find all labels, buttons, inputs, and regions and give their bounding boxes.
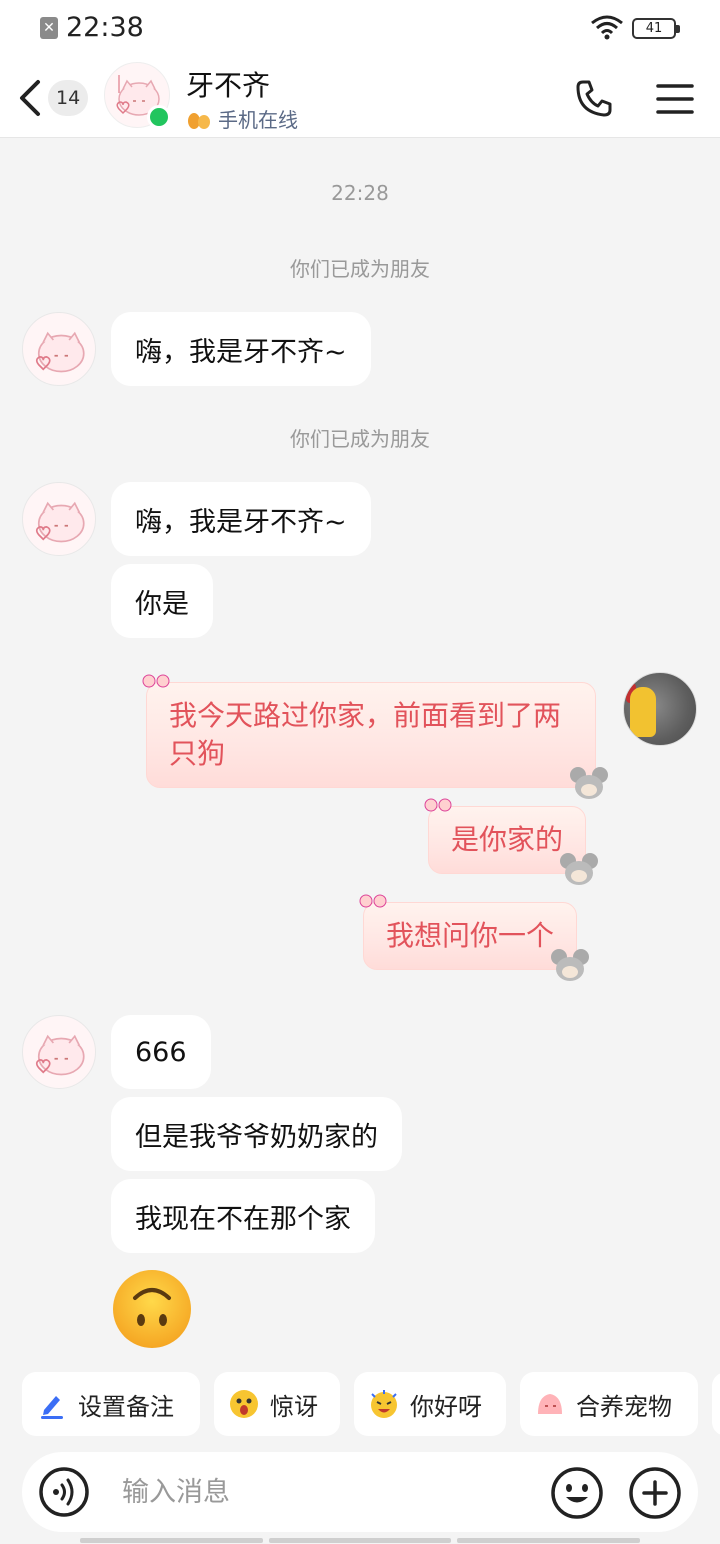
message-list[interactable]: 22:28 你们已成为朋友 嗨，我是牙不齐~ 你们已成为朋友 嗨，我是牙不齐~ (0, 139, 720, 1364)
chip-label: 你好呀 (410, 1392, 482, 1421)
pet-icon (538, 1394, 562, 1414)
sent-message[interactable]: 我今天路过你家，前面看到了两只狗 (142, 674, 608, 799)
chip-label: 设置备注 (78, 1392, 174, 1421)
received-message[interactable]: 666 (111, 1015, 211, 1089)
wifi-icon (591, 15, 623, 40)
chip-label: 合养宠物 (576, 1392, 672, 1421)
sent-message-text: 我想问你一个 (386, 919, 555, 952)
battery-icon: 41 (632, 18, 680, 39)
received-message[interactable]: 但是我爷爷奶奶家的 (111, 1097, 402, 1171)
sent-message[interactable]: 我想问你一个 (359, 894, 590, 981)
mouse-decoration (570, 767, 608, 799)
pig-ears-decoration (359, 894, 387, 908)
system-message: 你们已成为朋友 (290, 257, 430, 281)
voice-input-icon[interactable] (38, 1466, 90, 1518)
my-avatar[interactable] (623, 672, 697, 746)
message-input[interactable] (122, 1468, 522, 1516)
system-message: 你们已成为朋友 (290, 427, 430, 451)
plus-icon[interactable] (628, 1466, 682, 1520)
mouse-decoration (551, 949, 590, 981)
status-bar: ✕ 22:38 41 (0, 0, 720, 58)
mouse-decoration (560, 853, 599, 885)
home-indicator (80, 1538, 641, 1543)
message-input-bar (22, 1452, 698, 1532)
contact-message-avatar[interactable] (22, 1015, 96, 1089)
received-message[interactable]: 嗨，我是牙不齐~ (111, 482, 371, 556)
cat-avatar-icon (35, 1034, 85, 1076)
chat-screen: ✕ 22:38 41 14 牙不齐 手机在线 22:28 你们已成为朋友 嗨，我… (0, 0, 720, 1544)
status-time: 22:38 (66, 12, 144, 43)
flame-status-icon (188, 112, 210, 129)
pencil-icon (41, 1396, 63, 1419)
pig-ears-decoration (424, 798, 452, 812)
pig-ears-decoration (142, 674, 170, 688)
emoji-picker-icon[interactable] (550, 1466, 604, 1520)
sent-message[interactable]: 是你家的 (424, 798, 599, 885)
received-message[interactable]: 嗨，我是牙不齐~ (111, 312, 371, 386)
phone-call-icon[interactable] (574, 78, 614, 118)
chat-header: 14 牙不齐 手机在线 (0, 58, 720, 138)
contact-message-avatar[interactable] (22, 482, 96, 556)
surprised-emoji-icon (230, 1390, 258, 1418)
sent-message-text: 是你家的 (451, 823, 564, 856)
hello-emoji-icon (371, 1390, 397, 1418)
notification-icon: ✕ (40, 17, 58, 39)
battery-level: 41 (645, 21, 663, 36)
back-arrow-icon[interactable] (14, 78, 48, 118)
chip-surprised[interactable]: 惊讶 (214, 1372, 340, 1436)
chip-more[interactable] (712, 1372, 720, 1436)
chip-label: 惊讶 (270, 1392, 318, 1421)
quick-actions-bar: 设置备注 惊讶 你好呀 合养宠物 (0, 1372, 720, 1436)
contact-message-avatar[interactable] (22, 312, 96, 386)
online-status: 手机在线 (186, 104, 298, 133)
upside-down-face-emoji[interactable] (111, 1268, 193, 1350)
contact-avatar[interactable] (104, 62, 171, 129)
received-message[interactable]: 我现在不在那个家 (111, 1179, 375, 1253)
unread-count-badge[interactable]: 14 (48, 80, 89, 116)
chip-hello[interactable]: 你好呀 (354, 1372, 506, 1436)
chip-co-raise-pet[interactable]: 合养宠物 (520, 1372, 698, 1436)
received-message[interactable]: 你是 (111, 564, 213, 638)
chip-set-remark[interactable]: 设置备注 (22, 1372, 200, 1436)
online-indicator (147, 105, 171, 129)
time-divider: 22:28 (331, 181, 389, 205)
contact-name[interactable]: 牙不齐 (186, 64, 270, 104)
cat-avatar-icon (35, 501, 85, 543)
menu-icon[interactable] (655, 82, 695, 116)
sent-message-text: 我今天路过你家，前面看到了两只狗 (169, 699, 562, 770)
cat-avatar-icon (35, 331, 85, 373)
online-status-text: 手机在线 (218, 108, 298, 132)
